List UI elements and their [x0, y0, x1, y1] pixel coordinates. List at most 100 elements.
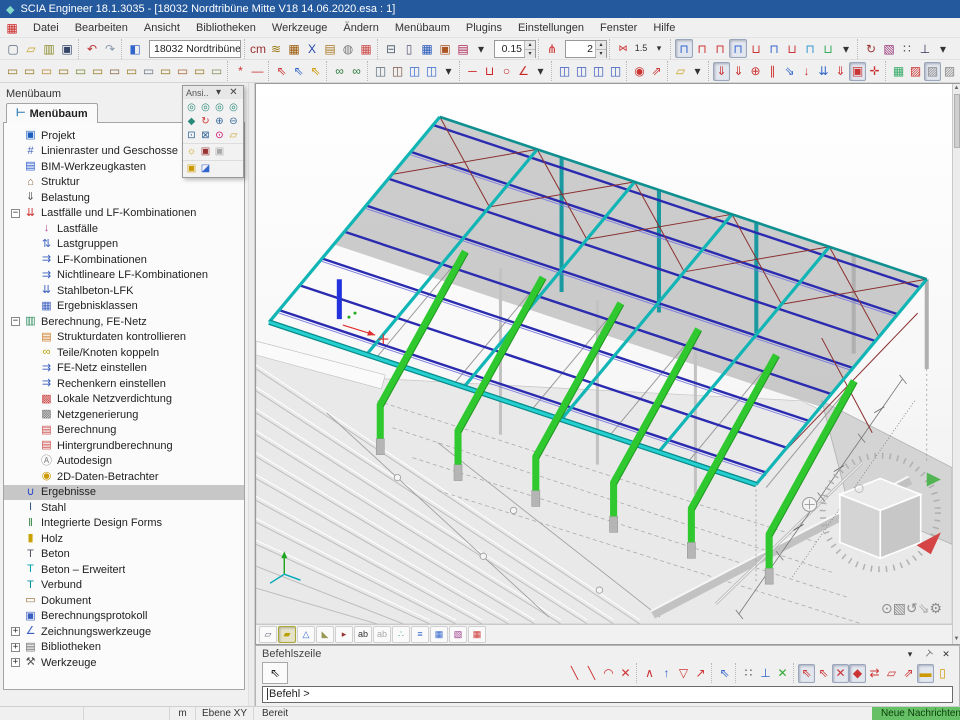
- vp-settings-icon[interactable]: ⚙: [929, 601, 942, 615]
- view-cube-icon[interactable]: ◆: [185, 115, 198, 129]
- line-tool-icon[interactable]: ─: [464, 62, 481, 81]
- status-unit[interactable]: m: [170, 707, 196, 720]
- tree-berechnungsprotokoll[interactable]: ▣ Berechnungsprotokoll: [4, 609, 244, 625]
- spin-down-icon[interactable]: ▾: [525, 50, 535, 58]
- engineering-report-icon[interactable]: ▦: [418, 39, 436, 58]
- render-wire-icon[interactable]: ▱: [259, 626, 277, 643]
- snap-off-icon[interactable]: ✕: [617, 664, 634, 683]
- tree-lastfaelle-lf-kombinationen[interactable]: − ⇊ Lastfälle und LF-Kombinationen: [4, 206, 244, 222]
- load-case-7-icon[interactable]: ⇊: [815, 62, 832, 81]
- tree-lokale-netzverdichtung[interactable]: ▩ Lokale Netzverdichtung: [4, 392, 244, 408]
- labels-on-icon[interactable]: ab: [354, 626, 372, 643]
- tree-integrierte-design-forms[interactable]: ‖ Integrierte Design Forms: [4, 516, 244, 532]
- filter-1-icon[interactable]: ▨: [924, 62, 941, 81]
- snapshot-disabled-icon[interactable]: ▣: [213, 145, 226, 159]
- label-tool-8-icon[interactable]: ▭: [123, 62, 140, 81]
- center-target-icon[interactable]: ✛: [866, 62, 883, 81]
- snap-midpoint-icon[interactable]: ╲: [583, 664, 600, 683]
- view-front-icon[interactable]: ◎: [199, 101, 212, 115]
- tree-beton[interactable]: T Beton: [4, 547, 244, 563]
- menu-bibliotheken[interactable]: Bibliotheken: [188, 20, 264, 36]
- label-tool-6-icon[interactable]: ▭: [89, 62, 106, 81]
- vp-level-icon[interactable]: ⇘: [918, 601, 930, 615]
- tree-teile-knoten-koppeln[interactable]: ∞ Teile/Knoten koppeln: [4, 345, 244, 361]
- tree-2d-daten-betrachter[interactable]: ◉ 2D-Daten-Betrachter: [4, 469, 244, 485]
- save-view-icon[interactable]: ▱: [227, 129, 240, 143]
- angle-tool-icon[interactable]: ∠: [515, 62, 532, 81]
- project-manager-icon[interactable]: ◧: [126, 39, 144, 58]
- tree-dokument[interactable]: ▭ Dokument: [4, 593, 244, 609]
- tree-werkzeuge[interactable]: + ⚒ Werkzeuge: [4, 655, 244, 671]
- end-condition-4-icon[interactable]: ⊓: [729, 39, 747, 58]
- tree-bibliotheken[interactable]: + ▤ Bibliotheken: [4, 640, 244, 656]
- end-condition-dropdown-icon[interactable]: ▾: [837, 39, 855, 58]
- label-tool-10-icon[interactable]: ▭: [157, 62, 174, 81]
- redo-icon[interactable]: ↷: [101, 39, 119, 58]
- opacity-spinner[interactable]: 0.15 ▴▾: [494, 40, 536, 58]
- view-top-icon[interactable]: ◎: [185, 101, 198, 115]
- end-condition-7-icon[interactable]: ⊔: [783, 39, 801, 58]
- load-case-2-icon[interactable]: ⇓: [730, 62, 747, 81]
- doc-dropdown-icon[interactable]: ▾: [472, 39, 490, 58]
- snap-face-icon[interactable]: ▱: [883, 664, 900, 683]
- expander-icon[interactable]: −: [11, 209, 20, 218]
- view-axo-icon[interactable]: ◎: [227, 101, 240, 115]
- document-box-icon[interactable]: ▣: [436, 39, 454, 58]
- node-star-icon[interactable]: *: [232, 62, 249, 81]
- tree-stahlbeton-lfk[interactable]: ⇊ Stahlbeton-LFK: [4, 283, 244, 299]
- label-tool-7-icon[interactable]: ▭: [106, 62, 123, 81]
- end-condition-6-icon[interactable]: ⊓: [765, 39, 783, 58]
- snap-endpoint-icon[interactable]: ∧: [641, 664, 658, 683]
- paste-properties-icon[interactable]: ◫: [423, 62, 440, 81]
- branch-snap-icon[interactable]: ⋔: [543, 39, 561, 58]
- zoom-in-icon[interactable]: ⊕: [213, 115, 226, 129]
- snap-line-icon[interactable]: ╲: [566, 664, 583, 683]
- select-lasso-icon[interactable]: ⇖: [307, 62, 324, 81]
- zoom-all-icon[interactable]: ⊠: [199, 129, 212, 143]
- new-messages-badge[interactable]: Neue Nachrichten: [872, 707, 960, 720]
- scale-factor-icon[interactable]: 1.5: [632, 39, 650, 58]
- tree-belastung[interactable]: ⇓ Belastung: [4, 190, 244, 206]
- project-combo[interactable]: 18032 Nordtribüne ▾: [149, 40, 241, 58]
- tree-ergebnisse[interactable]: ∪ Ergebnisse: [4, 485, 244, 501]
- cursor-mode-icon[interactable]: ⇖: [716, 664, 733, 683]
- tree-holz[interactable]: ▮ Holz: [4, 531, 244, 547]
- label-tool-13-icon[interactable]: ▭: [208, 62, 225, 81]
- spin-down-icon[interactable]: ▾: [596, 50, 606, 58]
- clip-box-icon[interactable]: ▣: [185, 162, 198, 176]
- circle-tool-icon[interactable]: ○: [498, 62, 515, 81]
- dim-bracket-icon[interactable]: ⊔: [481, 62, 498, 81]
- tree-netzgenerierung[interactable]: ▩ Netzgenerierung: [4, 407, 244, 423]
- tree-ergebnisklassen[interactable]: ▦ Ergebnisklassen: [4, 299, 244, 315]
- snap-cross-icon[interactable]: ✕: [832, 664, 849, 683]
- select-single-icon[interactable]: ⇖: [290, 62, 307, 81]
- grid-settings-icon[interactable]: ▦: [468, 626, 486, 643]
- copy-window-2-icon[interactable]: ◫: [573, 62, 590, 81]
- activity-folder-icon[interactable]: ▱: [672, 62, 689, 81]
- cmd-collapse-icon[interactable]: ▾: [903, 648, 917, 661]
- menu-fenster[interactable]: Fenster: [592, 20, 645, 36]
- section-swap-icon[interactable]: ⋈: [614, 39, 632, 58]
- load-case-6-icon[interactable]: ↓: [798, 62, 815, 81]
- cmd-pin-icon[interactable]: ⊤: [921, 648, 935, 661]
- print-icon[interactable]: ⊟: [382, 39, 400, 58]
- snap-point-2-icon[interactable]: ⇖: [815, 664, 832, 683]
- view-settings-icon[interactable]: ◪: [199, 162, 212, 176]
- tree-fe-netz-einstellen[interactable]: ⇉ FE-Netz einstellen: [4, 361, 244, 377]
- load-case-9-icon[interactable]: ▣: [849, 62, 866, 81]
- tree-strukturdaten-kontrollieren[interactable]: ▤ Strukturdaten kontrollieren: [4, 330, 244, 346]
- gallery-icon[interactable]: ▧: [880, 39, 898, 58]
- copy-window-1-icon[interactable]: ◫: [556, 62, 573, 81]
- show-supports-icon[interactable]: △: [297, 626, 315, 643]
- result-table-icon[interactable]: ▦: [357, 39, 375, 58]
- refresh-icon[interactable]: ↻: [862, 39, 880, 58]
- tree-rechenkern-einstellen[interactable]: ⇉ Rechenkern einstellen: [4, 376, 244, 392]
- count-spinner[interactable]: 2 ▴▾: [565, 40, 607, 58]
- end-condition-9-icon[interactable]: ⊔: [819, 39, 837, 58]
- visibility-goggles-2-icon[interactable]: ∞: [348, 62, 365, 81]
- snap-diamond-icon[interactable]: ◆: [849, 664, 866, 683]
- view-dropdown-icon[interactable]: ▾: [934, 39, 952, 58]
- tree-beton-erweitert[interactable]: T Beton – Erweitert: [4, 562, 244, 578]
- menu-hilfe[interactable]: Hilfe: [645, 20, 683, 36]
- labels-off-icon[interactable]: ab: [373, 626, 391, 643]
